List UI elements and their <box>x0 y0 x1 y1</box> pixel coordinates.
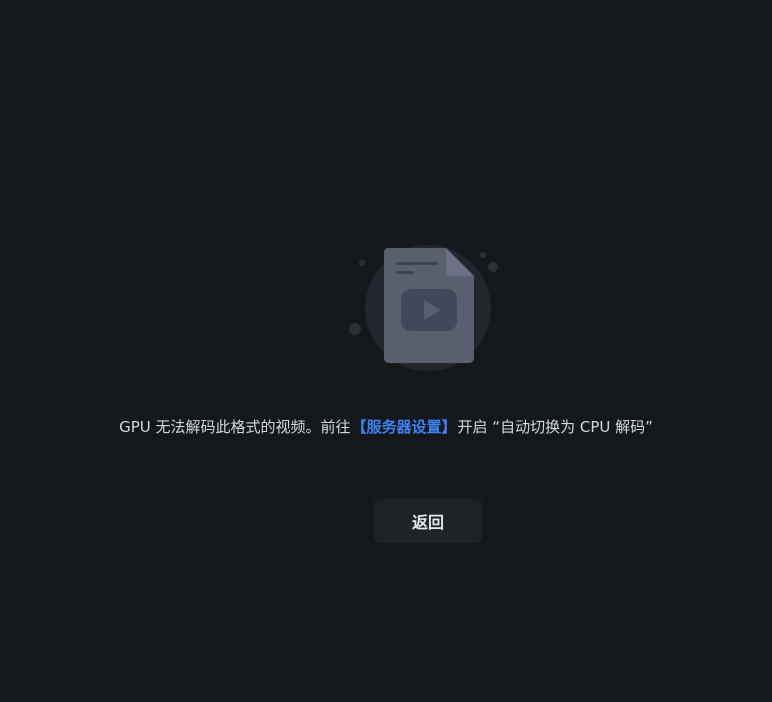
error-message-prefix: GPU 无法解码此格式的视频。前往 <box>119 418 351 436</box>
unsupported-video-page: GPU 无法解码此格式的视频。前往【服务器设置】开启 “自动切换为 CPU 解码… <box>0 0 772 702</box>
server-settings-link[interactable]: 【服务器设置】 <box>352 418 457 436</box>
error-message: GPU 无法解码此格式的视频。前往【服务器设置】开启 “自动切换为 CPU 解码… <box>0 416 772 438</box>
back-button[interactable]: 返回 <box>374 499 482 543</box>
error-message-suffix: 开启 “自动切换为 CPU 解码” <box>457 418 653 436</box>
video-file-illustration <box>340 240 510 380</box>
video-file-icon <box>349 245 498 371</box>
